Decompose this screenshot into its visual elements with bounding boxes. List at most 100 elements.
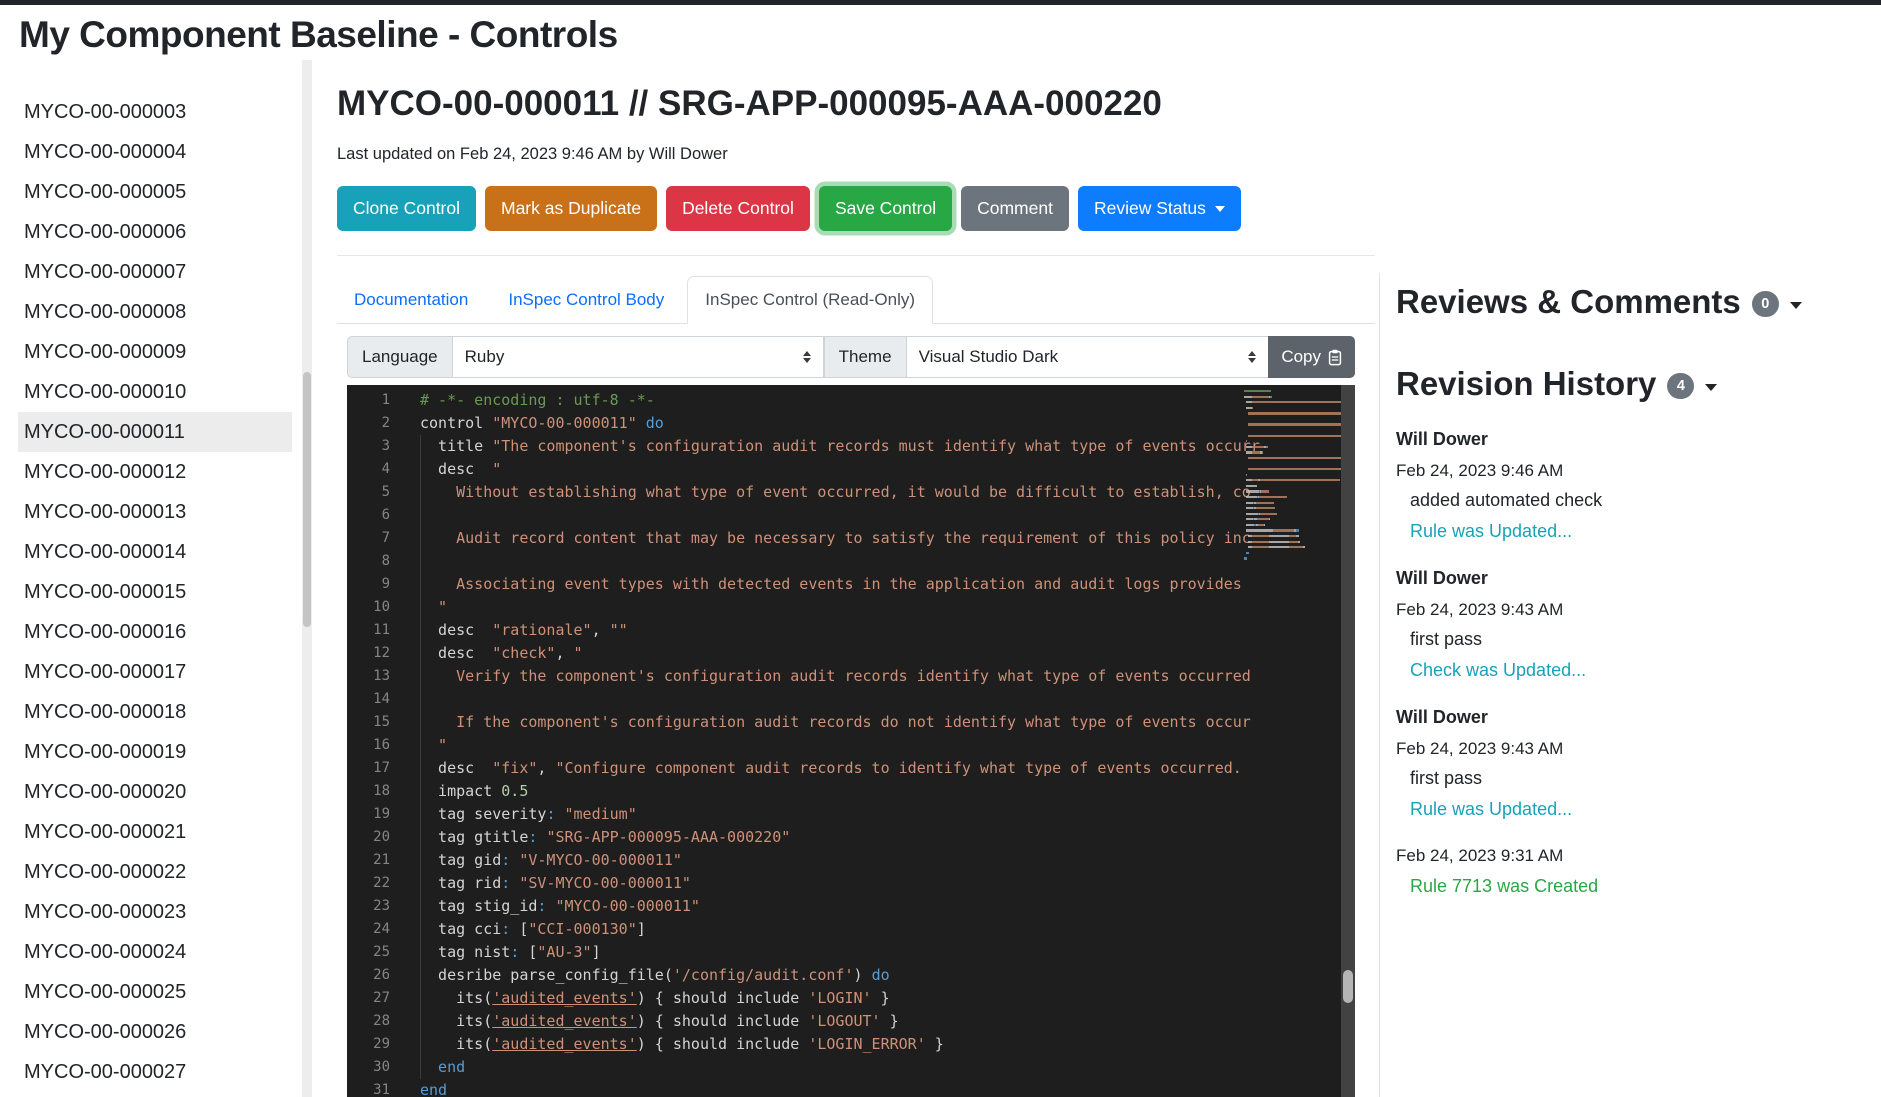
sidebar-item[interactable]: MYCO-00-000005 [18,172,292,212]
line-number: 18 [347,780,390,803]
code-line: 10 " [347,596,1341,619]
revision-entry: Will DowerFeb 24, 2023 9:46 AMadded auto… [1396,429,1871,542]
sidebar-item[interactable]: MYCO-00-000024 [18,932,292,972]
theme-select[interactable]: Visual Studio Dark [906,336,1270,378]
revision-link[interactable]: Rule was Updated... [1396,799,1871,820]
line-number: 15 [347,711,390,734]
sidebar-item[interactable]: MYCO-00-000004 [18,132,292,172]
language-select[interactable]: Ruby [452,336,824,378]
revision-link[interactable]: Rule was Updated... [1396,521,1871,542]
sidebar-item[interactable]: MYCO-00-000025 [18,972,292,1012]
revision-link[interactable]: Check was Updated... [1396,660,1871,681]
code-line: 24 tag cci: ["CCI-000130"] [347,918,1341,941]
sidebar-item[interactable]: MYCO-00-000020 [18,772,292,812]
line-number: 21 [347,849,390,872]
line-number: 4 [347,458,390,481]
code-line: 25 tag nist: ["AU-3"] [347,941,1341,964]
save-control-button[interactable]: Save Control [819,186,952,231]
sidebar-item[interactable]: MYCO-00-000009 [18,332,292,372]
right-panel-divider [1379,273,1380,1097]
line-number: 24 [347,918,390,941]
code-line: 17 desc "fix", "Configure component audi… [347,757,1341,780]
sidebar-item[interactable]: MYCO-00-000017 [18,652,292,692]
sidebar-item[interactable]: MYCO-00-000026 [18,1012,292,1052]
sidebar-item[interactable]: MYCO-00-000010 [18,372,292,412]
editor-minimap[interactable] [1244,390,1341,563]
copy-button[interactable]: Copy [1268,336,1355,378]
code-line: 16 " [347,734,1341,757]
sidebar-item[interactable]: MYCO-00-000018 [18,692,292,732]
tab-documentation[interactable]: Documentation [337,276,485,323]
line-number: 27 [347,987,390,1010]
line-number: 10 [347,596,390,619]
code-line: 4 desc " [347,458,1341,481]
code-line: 30 end [347,1056,1341,1079]
line-number: 8 [347,550,390,573]
sidebar-item[interactable]: MYCO-00-000003 [18,92,292,132]
line-number: 7 [347,527,390,550]
comment-button[interactable]: Comment [961,186,1069,231]
line-number: 11 [347,619,390,642]
code-line: 11 desc "rationale", "" [347,619,1341,642]
select-arrows-icon [803,351,811,364]
editor-scrollbar-thumb[interactable] [1343,970,1353,1003]
code-line: 8 [347,550,1341,573]
review-status-button[interactable]: Review Status [1078,186,1241,231]
sidebar-item[interactable]: MYCO-00-000021 [18,812,292,852]
code-line: 23 tag stig_id: "MYCO-00-000011" [347,895,1341,918]
line-number: 17 [347,757,390,780]
code-line: 31end [347,1079,1341,1097]
clone-control-button[interactable]: Clone Control [337,186,476,231]
code-line: 19 tag severity: "medium" [347,803,1341,826]
code-editor[interactable]: 1# -*- encoding : utf-8 -*-2control "MYC… [347,385,1355,1097]
sidebar-item[interactable]: MYCO-00-000014 [18,532,292,572]
select-arrows-icon [1248,351,1256,364]
tab-inspec-control-read-only-[interactable]: InSpec Control (Read-Only) [687,276,933,324]
code-line: 18 impact 0.5 [347,780,1341,803]
sidebar-item[interactable]: MYCO-00-000027 [18,1052,292,1092]
sidebar-item[interactable]: MYCO-00-000022 [18,852,292,892]
reviews-collapse-caret-icon[interactable] [1790,302,1802,309]
sidebar-item[interactable]: MYCO-00-000023 [18,892,292,932]
button-label: Mark as Duplicate [501,198,641,219]
sidebar-item[interactable]: MYCO-00-000007 [18,252,292,292]
sidebar-scrollbar-thumb[interactable] [303,372,311,627]
revision-history-heading: Revision History 4 [1396,365,1871,403]
sidebar-item[interactable]: MYCO-00-000008 [18,292,292,332]
sidebar-item[interactable]: MYCO-00-000016 [18,612,292,652]
line-number: 2 [347,412,390,435]
line-number: 29 [347,1033,390,1056]
line-number: 31 [347,1079,390,1097]
tab-inspec-control-body[interactable]: InSpec Control Body [491,276,681,323]
code-line: 7 Audit record content that may be neces… [347,527,1341,550]
revision-collapse-caret-icon[interactable] [1705,384,1717,391]
line-number: 19 [347,803,390,826]
revision-author: Will Dower [1396,568,1871,589]
sidebar-item[interactable]: MYCO-00-000011 [18,412,292,452]
control-detail-panel: MYCO-00-000011 // SRG-APP-000095-AAA-000… [337,84,1375,1097]
revision-author: Will Dower [1396,707,1871,728]
line-number: 25 [347,941,390,964]
line-number: 13 [347,665,390,688]
revision-link[interactable]: Rule 7713 was Created [1396,876,1871,897]
page-title: My Component Baseline - Controls [19,14,618,56]
reviews-count-badge: 0 [1752,291,1779,317]
mark-as-duplicate-button[interactable]: Mark as Duplicate [485,186,657,231]
line-number: 6 [347,504,390,527]
sidebar-item[interactable]: MYCO-00-000015 [18,572,292,612]
line-number: 30 [347,1056,390,1079]
delete-control-button[interactable]: Delete Control [666,186,810,231]
sidebar-item[interactable]: MYCO-00-000013 [18,492,292,532]
code-line: 14 [347,688,1341,711]
sidebar-item[interactable]: MYCO-00-000019 [18,732,292,772]
code-line: 6 [347,504,1341,527]
sidebar-item[interactable]: MYCO-00-000012 [18,452,292,492]
revision-history-list: Will DowerFeb 24, 2023 9:46 AMadded auto… [1396,429,1871,897]
section-divider [337,255,1375,256]
button-label: Comment [977,198,1053,219]
sidebar-item[interactable]: MYCO-00-000006 [18,212,292,252]
line-number: 9 [347,573,390,596]
code-line: 5 Without establishing what type of even… [347,481,1341,504]
copy-button-label: Copy [1281,347,1321,367]
clipboard-icon [1328,349,1342,366]
